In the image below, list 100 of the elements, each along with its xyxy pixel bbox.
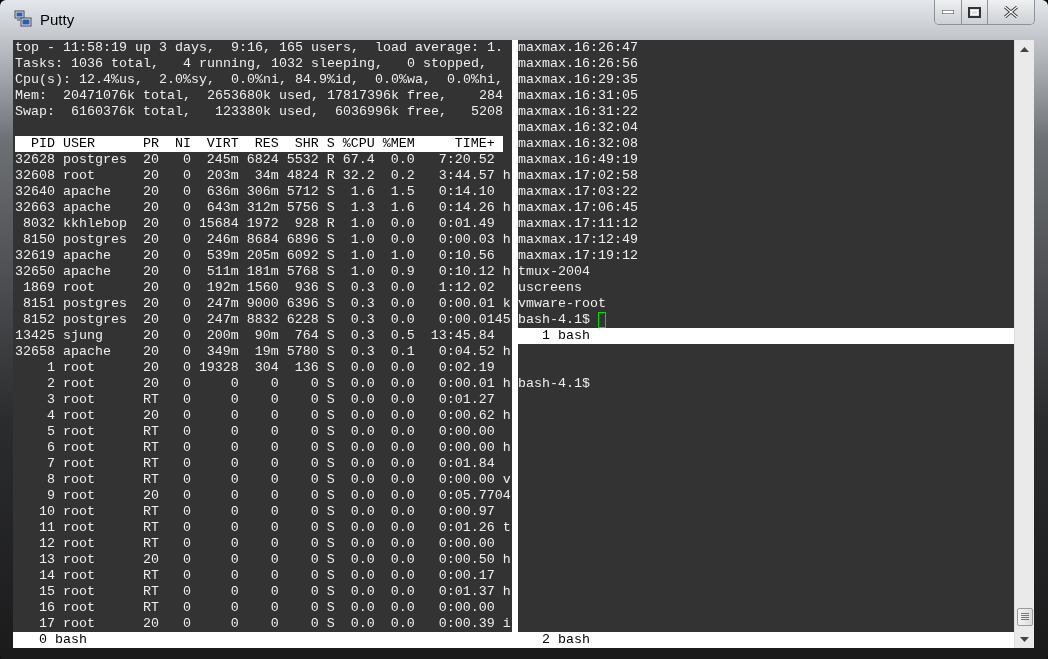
table-cell-text: 936 <box>293 280 319 296</box>
table-cell-text: 20 <box>141 408 159 424</box>
table-cell-text: h <box>501 440 511 456</box>
table-cell-text: 1.6 <box>349 184 375 200</box>
table-cell-text: 1.5 <box>389 184 415 200</box>
table-cell-text: 20 <box>141 264 159 280</box>
window-label[interactable]: 0 bash <box>39 632 87 647</box>
table-cell-text: RT <box>141 568 159 584</box>
terminal-line: maxmax.16:29:35 <box>518 72 639 88</box>
table-cell-text: 0:14.10 <box>437 184 495 200</box>
table-cell-text: 0 <box>309 584 319 600</box>
table-cell-text: 1.0 <box>349 232 375 248</box>
terminal-line: maxmax.16:26:47 <box>518 40 639 56</box>
prompt-text: bash-4.1$ <box>518 312 590 327</box>
table-cell-text: 20 <box>141 184 159 200</box>
table-cell-text: 0 <box>181 184 191 200</box>
table-cell-text: 8151 <box>22 296 55 312</box>
column-header: S <box>326 136 335 152</box>
table-cell: 13425 <box>15 328 55 344</box>
column-header: NI <box>173 136 191 152</box>
table-cell-text: h <box>501 264 511 280</box>
table-cell-text: 20 <box>141 488 159 504</box>
table-cell-text: 0.0 <box>349 568 375 584</box>
table-cell-text: 1.0 <box>349 216 375 232</box>
table-cell-text: k <box>501 296 511 312</box>
table-cell-text: 200m <box>205 328 239 344</box>
table-cell-text: 0 <box>181 424 191 440</box>
table-cell-text: 1.0 <box>349 264 375 280</box>
table-cell: S <box>326 408 335 424</box>
table-cell-text: 764 <box>293 328 319 344</box>
terminal-line: maxmax.16:31:22 <box>518 104 639 120</box>
table-cell-text: 3:44.57 <box>437 168 495 184</box>
up-arrow-icon <box>1020 46 1029 52</box>
table-cell-text: 0:01.49 <box>437 216 495 232</box>
table-cell: 181m <box>246 264 279 280</box>
scrollbar-thumb[interactable] <box>1016 608 1033 626</box>
table-cell-text: 0 <box>269 520 279 536</box>
table-cell-text: 0.0 <box>349 488 375 504</box>
table-cell: S <box>326 184 335 200</box>
table-cell-text: 0 <box>309 456 319 472</box>
table-cell-text: 0.0 <box>349 376 375 392</box>
table-cell: S <box>326 536 335 552</box>
table-cell-text: 0:00.01 <box>437 312 495 328</box>
table-cell: 32.2 <box>342 168 375 184</box>
table-cell: 6896 <box>286 232 319 248</box>
table-cell-text: 0.0 <box>389 152 415 168</box>
table-cell-text: 0 <box>309 536 319 552</box>
maximize-button[interactable] <box>962 0 988 24</box>
table-cell-text: 0 <box>269 392 279 408</box>
window-label[interactable]: 1 bash <box>542 328 590 343</box>
table-cell-text: 0 <box>181 456 191 472</box>
table-cell-text: 247m <box>205 296 239 312</box>
table-cell: 8684 <box>246 232 279 248</box>
table-cell-text: 0 <box>229 520 239 536</box>
table-cell-text: 90m <box>253 328 279 344</box>
table-cell-text: 0 <box>309 376 319 392</box>
table-cell: S <box>326 264 335 280</box>
close-button[interactable] <box>988 0 1034 24</box>
table-cell-text: RT <box>141 504 159 520</box>
table-cell-text: 0:00.17 <box>437 568 495 584</box>
window-label[interactable]: 2 bash <box>542 632 590 647</box>
table-cell: 5712 <box>286 184 319 200</box>
table-cell-text: sjung <box>62 328 104 344</box>
table-cell-text: 20 <box>141 168 159 184</box>
table-cell-text: 8152 <box>22 312 55 328</box>
table-cell-text: root <box>62 424 96 440</box>
table-cell-text: v <box>501 472 511 488</box>
table-cell-text: 0 <box>181 488 191 504</box>
table-cell: S <box>326 280 335 296</box>
table-cell-text: 0 <box>181 536 191 552</box>
table-cell-text: i <box>501 616 511 632</box>
table-cell-text: 0.0 <box>349 616 375 632</box>
table-cell-text: 0:10.56 <box>437 248 495 264</box>
table-cell-text: RT <box>141 600 159 616</box>
table-cell-text: 0 <box>181 584 191 600</box>
table-cell-text: 0 <box>181 280 191 296</box>
table-cell: 5532 <box>286 152 319 168</box>
table-cell-text: 0 <box>181 504 191 520</box>
table-cell-text: 2 <box>46 376 55 392</box>
table-cell-text: root <box>62 568 96 584</box>
column-header: USER <box>62 136 96 152</box>
table-cell-text: 0 <box>181 344 191 360</box>
table-cell-text: 0 <box>229 440 239 456</box>
table-cell-text: RT <box>141 536 159 552</box>
table-cell-text: 0:04.52 <box>437 344 495 360</box>
terminal-line: Mem: 20471076k total, 2653680k used, 17817396k free, 284 <box>15 88 504 104</box>
column-header: TIME+ <box>453 136 495 152</box>
table-cell: S <box>326 296 335 312</box>
table-cell: postgres <box>62 312 127 328</box>
table-cell-text: 10 <box>38 504 55 520</box>
table-cell-text: apache <box>62 264 112 280</box>
table-cell-text: 0.0 <box>349 392 375 408</box>
table-cell-text: 0 <box>269 408 279 424</box>
table-cell-text: 136 <box>293 360 319 376</box>
table-cell-text: 0:00.62 <box>437 408 495 424</box>
table-cell-text: apache <box>62 344 112 360</box>
table-cell-text: 1869 <box>22 280 55 296</box>
column-header: PID <box>30 136 55 152</box>
table-cell-text: 7:20.52 <box>437 152 495 168</box>
terminal-line: maxmax.17:19:12 <box>518 248 639 264</box>
